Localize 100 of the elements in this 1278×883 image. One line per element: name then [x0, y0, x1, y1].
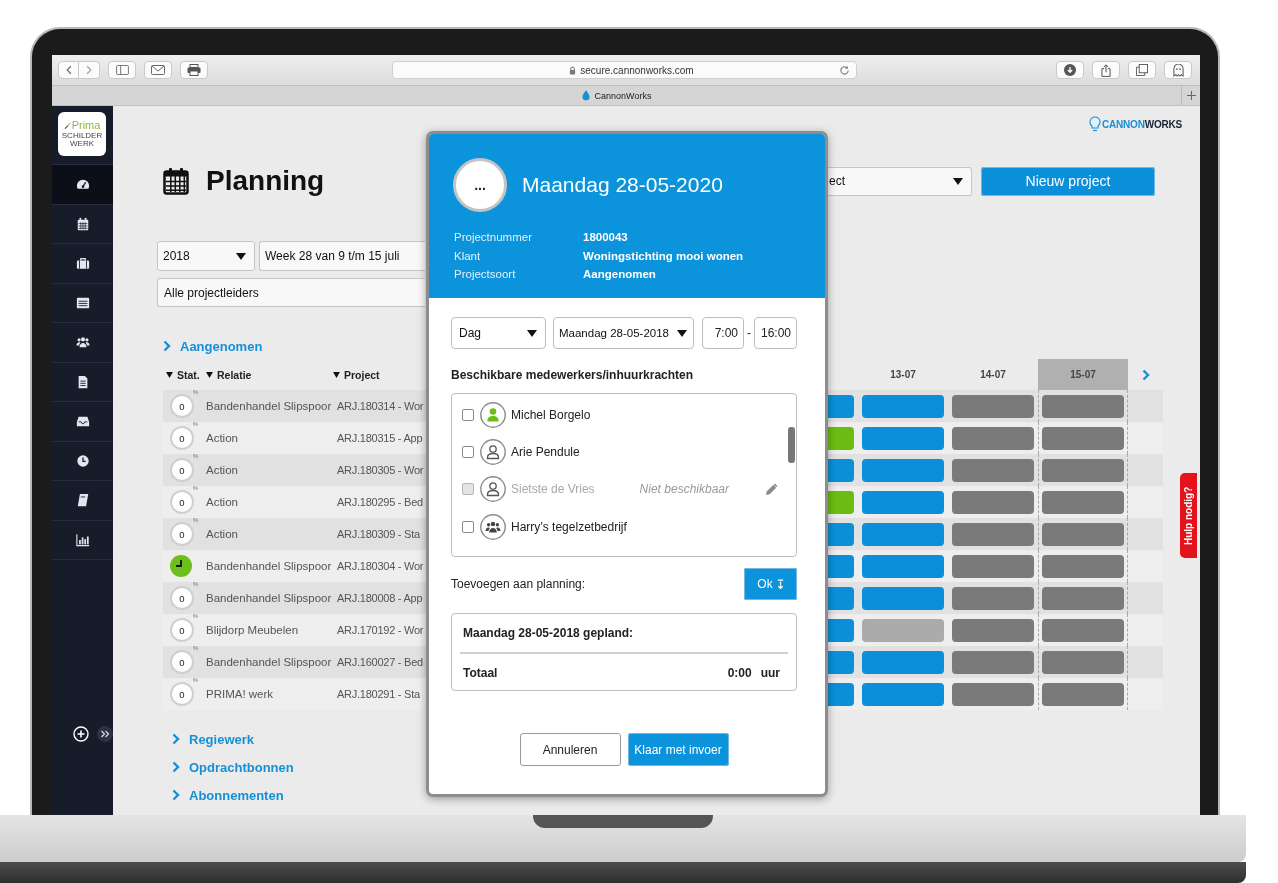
chevron-right-icon[interactable]: [1141, 368, 1150, 381]
planning-bar[interactable]: [952, 458, 1034, 482]
sort-icon: [206, 371, 213, 378]
progress-ring: 0: [170, 618, 194, 642]
double-chevron-icon[interactable]: [97, 726, 113, 742]
planning-bar[interactable]: [952, 650, 1034, 674]
planning-bar[interactable]: [1042, 682, 1124, 706]
extension-button[interactable]: [1164, 61, 1192, 79]
planning-bar[interactable]: [862, 490, 944, 514]
planning-bar[interactable]: [862, 586, 944, 610]
planning-bar[interactable]: [952, 682, 1034, 706]
checkbox[interactable]: [462, 445, 474, 458]
detail-label: Projectnummer: [454, 230, 532, 245]
planning-bar[interactable]: [862, 650, 944, 674]
planning-bar[interactable]: [862, 618, 944, 642]
worker-name: Harry’s tegelzetbedrijf: [511, 519, 627, 534]
share-button[interactable]: [1092, 61, 1120, 79]
list-icon: [75, 295, 90, 310]
project-leader-select[interactable]: Alle projectleiders: [157, 278, 425, 307]
table-cell-text: ARJ.170192 - Wor: [337, 624, 425, 636]
brush-icon: [63, 121, 71, 129]
planning-bar[interactable]: [862, 682, 944, 706]
planning-bar[interactable]: [828, 458, 854, 482]
section-heading: Beschikbare medewerkers/inhuurkrachten: [451, 367, 695, 383]
download-icon: [1064, 64, 1076, 76]
planning-bar[interactable]: [952, 586, 1034, 610]
forward-button[interactable]: [79, 61, 100, 79]
planning-bar[interactable]: [1042, 618, 1124, 642]
project-select[interactable]: ect: [828, 166, 972, 196]
clock-icon: [170, 555, 192, 577]
ghost-icon: [1172, 63, 1184, 77]
reload-icon[interactable]: [839, 65, 850, 76]
tabs-icon: [1136, 64, 1148, 76]
back-button[interactable]: [58, 61, 79, 79]
planning-bar[interactable]: [862, 426, 944, 450]
planning-bar[interactable]: [828, 490, 854, 514]
planning-bar[interactable]: [828, 522, 854, 546]
cancel-button[interactable]: Annuleren: [519, 733, 621, 766]
table-cell-text: ARJ.180315 - App: [337, 432, 424, 444]
progress-ring: 0: [170, 682, 194, 706]
tabs-button[interactable]: [1128, 61, 1156, 79]
help-tab[interactable]: Hulp nodig?: [1180, 473, 1197, 558]
page-title: Planning: [206, 165, 325, 197]
planning-bar[interactable]: [1042, 426, 1124, 450]
end-time-field[interactable]: 16:00: [754, 317, 797, 349]
sidebar-item[interactable]: [52, 165, 113, 205]
checkbox[interactable]: [462, 520, 474, 533]
plus-circle-icon[interactable]: [73, 726, 89, 742]
planning-bar[interactable]: [1042, 650, 1124, 674]
planning-bar[interactable]: [828, 618, 854, 642]
download-button[interactable]: [1056, 61, 1084, 79]
detail-value: Woningstichting mooi wonen: [583, 248, 744, 264]
print-button[interactable]: [180, 61, 208, 79]
progress-ring: 0: [170, 458, 194, 482]
planning-bar[interactable]: [952, 554, 1034, 578]
share-icon: [1101, 63, 1111, 77]
column-header[interactable]: Relatie: [206, 368, 252, 381]
column-header[interactable]: Stat.: [166, 368, 200, 381]
planning-bar[interactable]: [952, 394, 1034, 418]
sidebar-button[interactable]: [108, 61, 136, 79]
planning-bar[interactable]: [828, 394, 854, 418]
table-cell-text: Action: [206, 496, 239, 508]
year-select[interactable]: 2018: [157, 241, 255, 271]
period-select[interactable]: Dag: [451, 317, 546, 349]
planning-bar[interactable]: [952, 426, 1034, 450]
start-time-field[interactable]: 7:00: [702, 317, 744, 349]
planning-bar[interactable]: [1042, 490, 1124, 514]
planning-bar[interactable]: [952, 618, 1034, 642]
planning-bar[interactable]: [952, 522, 1034, 546]
table-cell-text: Bandenhandel Slipspoor: [206, 400, 333, 412]
planning-bar[interactable]: [862, 522, 944, 546]
printer-icon: [187, 64, 201, 76]
address-bar[interactable]: secure.cannonworks.com: [392, 61, 857, 79]
table-cell-text: ARJ.160027 - Bed: [337, 656, 424, 668]
planning-bar[interactable]: [862, 458, 944, 482]
planning-bar[interactable]: [1042, 522, 1124, 546]
calendar-icon: [75, 216, 90, 231]
planning-bar[interactable]: [828, 586, 854, 610]
browser-tab[interactable]: CannonWorks: [52, 86, 1181, 105]
clock-icon: [75, 453, 90, 468]
mail-button[interactable]: [144, 61, 172, 79]
logo-tagline: SCHILDERWERK: [61, 131, 103, 149]
planning-bar[interactable]: [952, 490, 1034, 514]
planning-bar[interactable]: [1042, 554, 1124, 578]
checkbox[interactable]: [462, 408, 474, 421]
date-select[interactable]: Maandag 28-05-2018: [553, 317, 694, 349]
week-select[interactable]: Week 28 van 9 t/m 15 juli: [259, 241, 425, 271]
planning-bar[interactable]: [1042, 458, 1124, 482]
planning-bar[interactable]: [1042, 394, 1124, 418]
new-project-button[interactable]: Nieuw project: [981, 166, 1155, 196]
planning-bar[interactable]: [828, 682, 854, 706]
planning-bar[interactable]: [862, 394, 944, 418]
scrollbar-thumb[interactable]: [788, 427, 795, 463]
planning-bar[interactable]: [862, 554, 944, 578]
column-header[interactable]: Project: [333, 368, 380, 381]
planning-bar[interactable]: [828, 650, 854, 674]
planning-bar[interactable]: [828, 426, 854, 450]
planning-bar[interactable]: [828, 554, 854, 578]
planning-bar[interactable]: [1042, 586, 1124, 610]
summary-title: Maandag 28-05-2018 gepland:: [462, 625, 635, 641]
